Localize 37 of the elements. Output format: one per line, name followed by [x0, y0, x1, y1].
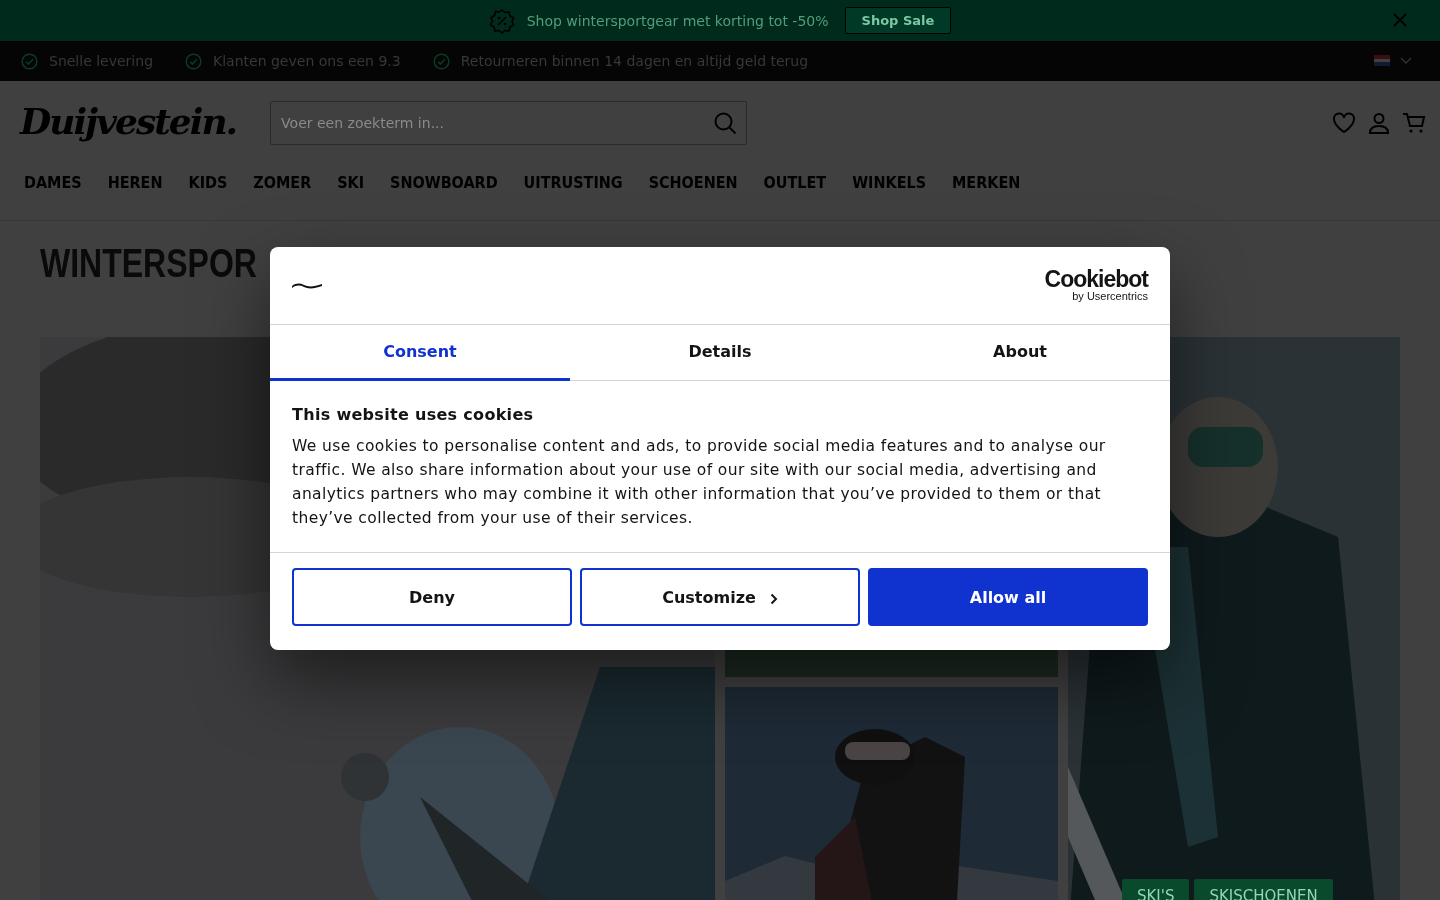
dialog-tab[interactable]: Details	[570, 325, 870, 381]
cart-icon[interactable]	[1402, 111, 1426, 134]
discount-badge-icon	[488, 7, 515, 34]
dialog-tab[interactable]: Consent	[270, 325, 570, 381]
dialog-tab[interactable]: About	[870, 325, 1170, 381]
nav-link[interactable]: UITRUSTING	[523, 170, 623, 196]
nav-link[interactable]: ZOMER	[253, 170, 312, 196]
nav-link[interactable]: WINKELS	[852, 170, 926, 196]
flag-icon[interactable]	[1374, 55, 1390, 66]
allow-button[interactable]: Allow all	[868, 568, 1148, 626]
check-icon	[432, 52, 450, 70]
brand-name: Cookiebot	[1044, 268, 1148, 290]
search-field[interactable]: Voer een zoekterm in...	[270, 100, 748, 145]
dialog-text: We use cookies to personalise content and ads, to provide social media features and to analyse our traffic. We also share information about your use of our site with our social media, advertising and analytics partners who may combine it with other information that you’ve provided to them or that they’ve collected from your use of their services.	[292, 436, 1107, 529]
nav-link[interactable]: SCHOENEN	[648, 170, 738, 196]
brand-tagline: by Usercentrics	[1072, 290, 1148, 303]
nav-link[interactable]: HEREN	[107, 170, 163, 196]
nav-link[interactable]: SKI	[337, 170, 365, 196]
shop-sale-button[interactable]: Shop Sale	[844, 7, 952, 34]
logo[interactable]: Duijvestein.	[20, 98, 247, 147]
consent-button[interactable]: Customize	[580, 568, 860, 626]
close-icon[interactable]	[1393, 13, 1407, 27]
search-icon[interactable]	[713, 110, 738, 135]
heart-icon[interactable]	[1332, 111, 1356, 134]
nav-link[interactable]: MERKEN	[952, 170, 1021, 196]
check-icon	[21, 52, 38, 70]
check-icon	[185, 52, 203, 70]
user-icon[interactable]	[1368, 111, 1390, 134]
consent-button[interactable]: Deny	[292, 568, 572, 626]
chevron-down-icon[interactable]	[1400, 56, 1412, 65]
nav-link[interactable]: DAMES	[24, 170, 82, 196]
promo-text: Shop wintersportgear met korting tot -50%	[526, 12, 829, 29]
chevron-right-icon	[769, 593, 778, 605]
nav-link[interactable]: SNOWBOARD	[390, 170, 498, 196]
nav-link[interactable]: OUTLET	[763, 170, 827, 196]
nav-link[interactable]: KIDS	[188, 170, 228, 196]
dialog-heading: This website uses cookies	[292, 405, 535, 424]
